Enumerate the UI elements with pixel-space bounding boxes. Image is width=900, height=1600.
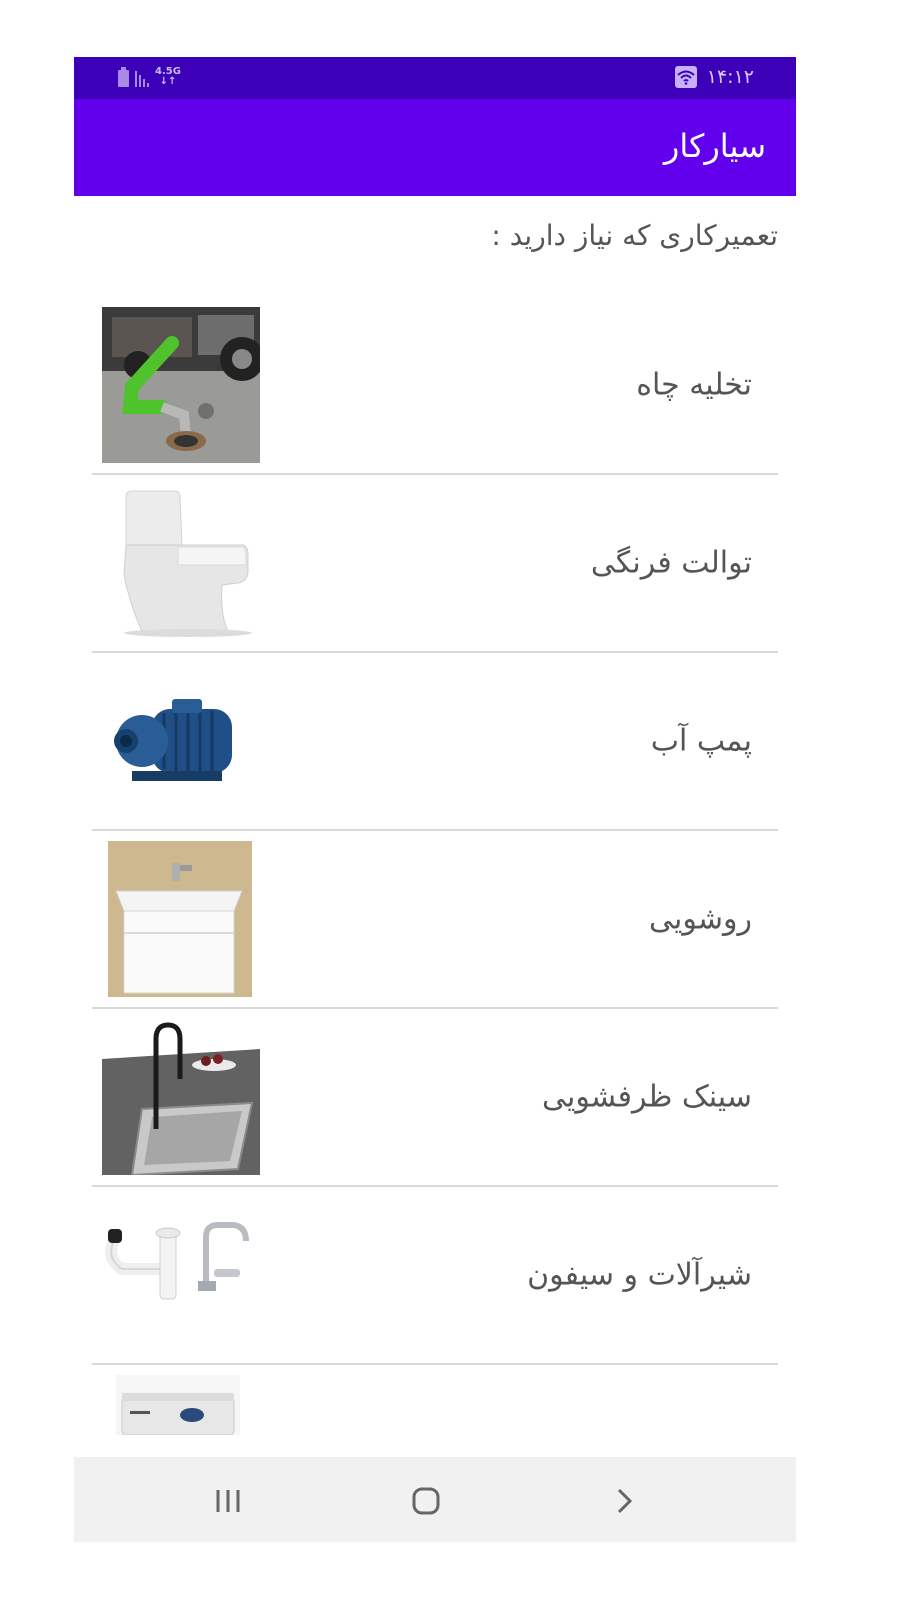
service-item-faucets[interactable]: شیرآلات و سیفون (92, 1187, 778, 1365)
service-item-toilet[interactable]: توالت فرنگی (92, 475, 778, 653)
kitchen-sink-image (102, 1019, 260, 1175)
back-icon[interactable] (602, 1479, 646, 1523)
clock: ۱۴:۱۲ (706, 66, 754, 88)
status-left: 4.5G ↓↑ (118, 67, 181, 87)
app-bar: سیارکار (74, 99, 796, 196)
water-heater-image (116, 1375, 240, 1435)
septic-truck-image (102, 307, 260, 463)
navigation-bar (74, 1457, 796, 1542)
wifi-icon (674, 66, 697, 88)
phone-screen: 4.5G ↓↑ ۱۴:۱۲ سیارکار تعمیرکاری که نیاز … (74, 57, 796, 1542)
service-label: توالت فرنگی (590, 545, 752, 581)
service-label: شیرآلات و سیفون (527, 1257, 752, 1293)
water-pump-image (102, 663, 260, 819)
service-label: تخلیه چاه (636, 367, 752, 403)
status-bar: 4.5G ↓↑ ۱۴:۱۲ (74, 57, 796, 99)
home-icon[interactable] (404, 1479, 448, 1523)
toilet-image (102, 485, 260, 641)
service-label: پمپ آب (650, 723, 752, 759)
prompt-text: تعمیرکاری که نیاز دارید : (491, 219, 778, 252)
service-label: سینک ظرفشویی (541, 1079, 752, 1115)
service-item-septic[interactable]: تخلیه چاه (92, 297, 778, 475)
service-item-kitchen-sink[interactable]: سینک ظرفشویی (92, 1009, 778, 1187)
service-list[interactable]: تخلیه چاه توالت فرنگی پمپ آب روشویی سینک… (92, 297, 778, 1435)
service-label: روشویی (649, 901, 752, 937)
service-item-partial[interactable] (92, 1365, 778, 1435)
data-arrows-icon: ↓↑ (159, 76, 177, 87)
recents-icon[interactable] (206, 1479, 250, 1523)
network-indicator: 4.5G ↓↑ (155, 67, 181, 87)
faucet-siphon-image (102, 1197, 260, 1353)
signal-icon (135, 67, 149, 87)
battery-icon (118, 67, 129, 87)
status-right: ۱۴:۱۲ (674, 66, 754, 88)
service-item-washbasin[interactable]: روشویی (92, 831, 778, 1009)
service-item-pump[interactable]: پمپ آب (92, 653, 778, 831)
app-title: سیارکار (663, 127, 766, 165)
washbasin-image (102, 841, 260, 997)
